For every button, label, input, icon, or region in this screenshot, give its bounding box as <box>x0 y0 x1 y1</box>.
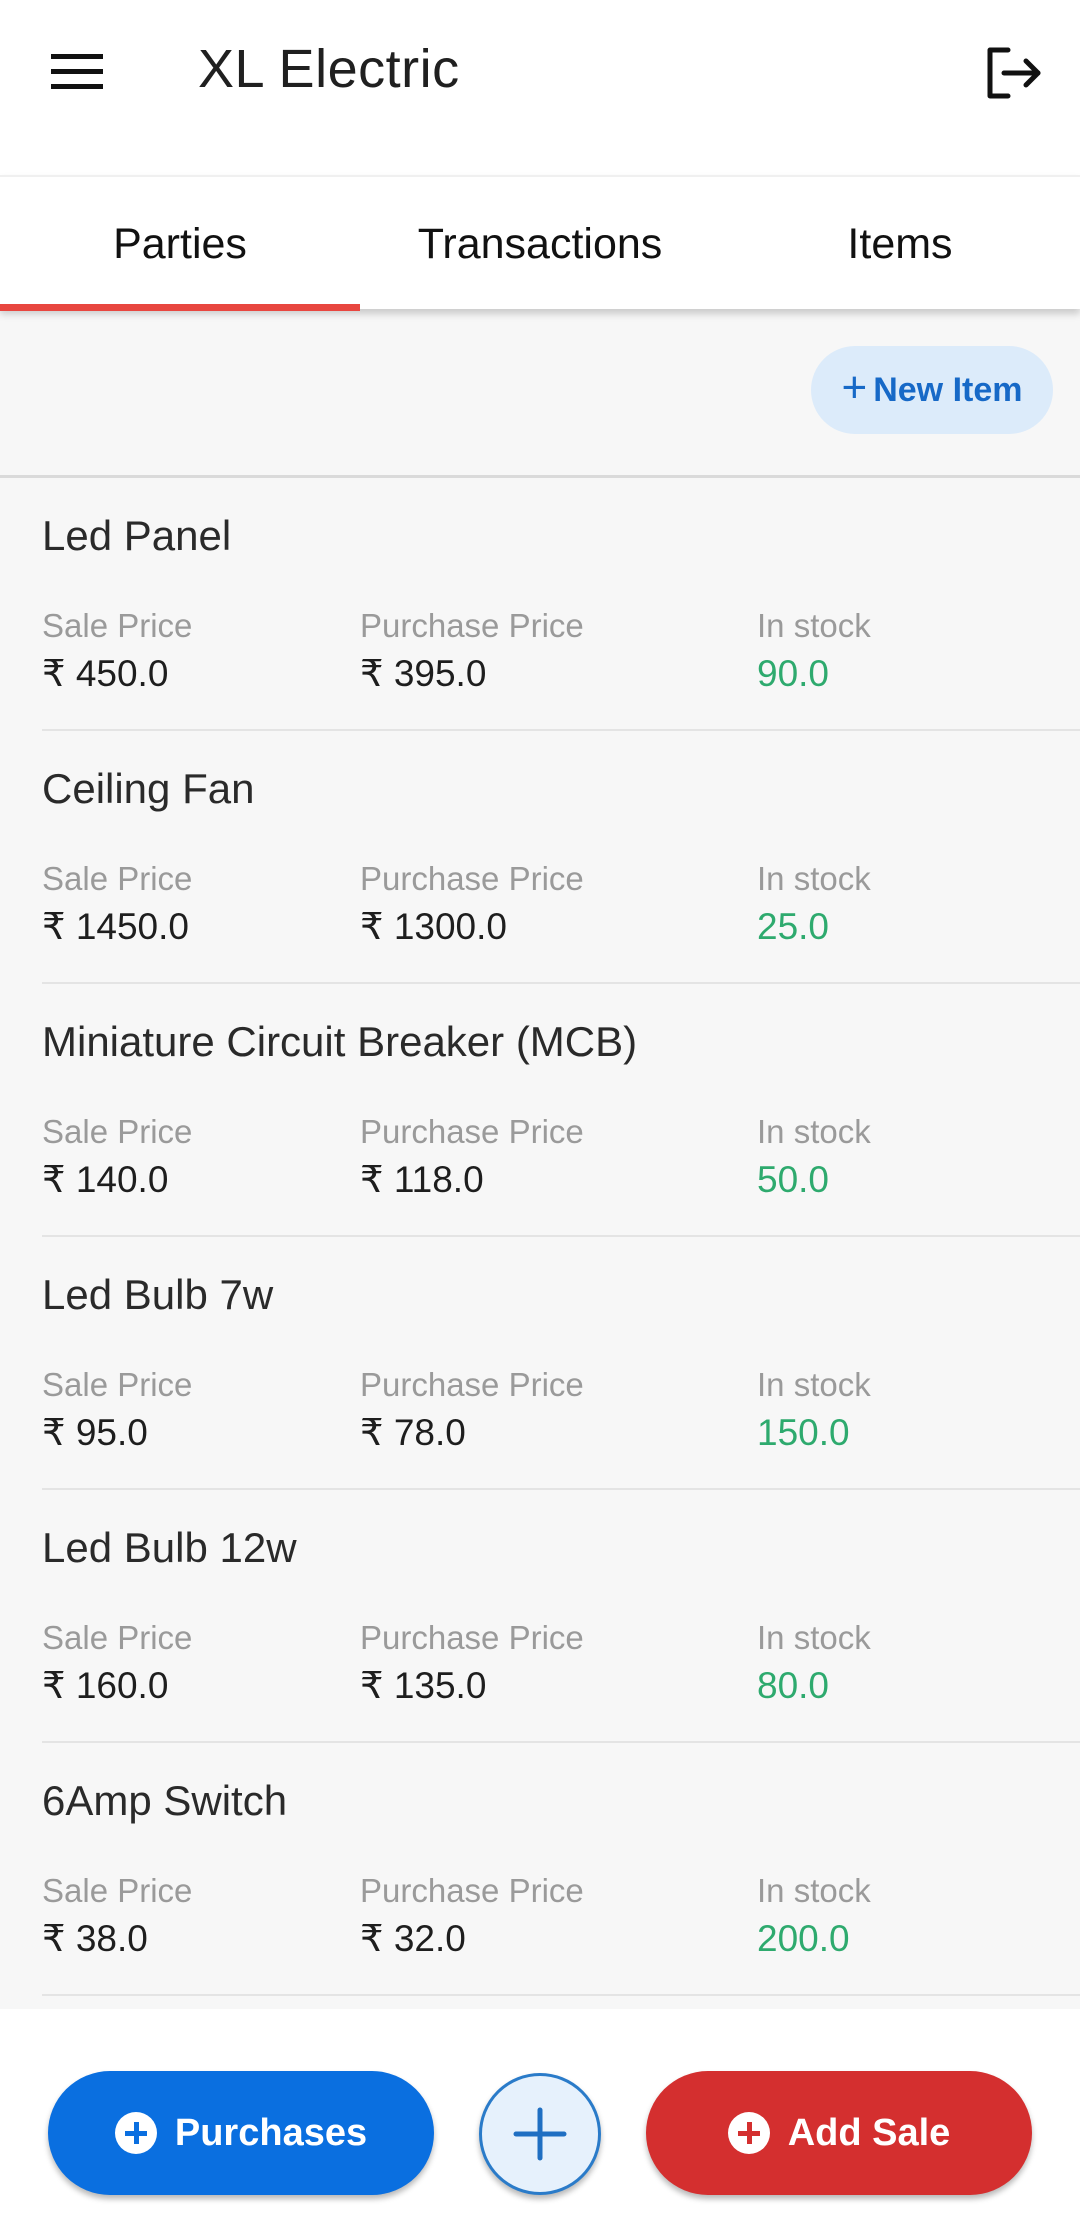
app-bar: XL Electric <box>0 0 1080 175</box>
in-stock-value: 80.0 <box>757 1665 830 1706</box>
menu-icon <box>51 54 103 89</box>
list-item[interactable]: Led Bulb 12w Sale Price ₹ 160.0 Purchase … <box>42 1490 1080 1743</box>
list-item[interactable]: Led Panel Sale Price ₹ 450.0 Purchase Pri… <box>42 478 1080 731</box>
purchase-price-label: Purchase Price <box>360 1366 584 1403</box>
purchase-price-label: Purchase Price <box>360 860 584 897</box>
tab-bar: Parties Transactions Items <box>0 175 1080 311</box>
purchase-price-label: Purchase Price <box>360 1872 584 1909</box>
sale-price-value: ₹ 450.0 <box>42 653 169 694</box>
sale-price-label: Sale Price <box>42 860 193 897</box>
list-toolbar: + New Item <box>0 309 1080 478</box>
purchase-price-label: Purchase Price <box>360 1619 584 1656</box>
tab-items[interactable]: Items <box>720 177 1080 311</box>
sale-price-value: ₹ 38.0 <box>42 1918 148 1959</box>
plus-icon <box>513 2107 567 2161</box>
add-circle-icon <box>727 2112 770 2154</box>
in-stock-value: 200.0 <box>757 1918 850 1959</box>
purchase-price-value: ₹ 32.0 <box>360 1918 466 1959</box>
in-stock-label: In stock <box>757 1366 871 1403</box>
purchases-button[interactable]: Purchases <box>48 2071 434 2195</box>
sale-price-label: Sale Price <box>42 607 193 644</box>
sale-price-label: Sale Price <box>42 1113 193 1150</box>
add-circle-icon <box>114 2112 157 2154</box>
purchase-price-label: Purchase Price <box>360 1113 584 1150</box>
in-stock-value: 50.0 <box>757 1159 830 1200</box>
purchase-price-value: ₹ 135.0 <box>360 1665 487 1706</box>
app-title: XL Electric <box>198 39 460 99</box>
sale-price-label: Sale Price <box>42 1872 193 1909</box>
new-item-button[interactable]: + New Item <box>811 346 1053 434</box>
sale-price-value: ₹ 95.0 <box>42 1412 148 1453</box>
list-item[interactable]: Ceiling Fan Sale Price ₹ 1450.0 Purchase … <box>42 731 1080 984</box>
sale-price-value: ₹ 1450.0 <box>42 906 189 947</box>
list-item[interactable]: Miniature Circuit Breaker (MCB) Sale Pri… <box>42 984 1080 1237</box>
in-stock-label: In stock <box>757 607 871 644</box>
quick-add-button[interactable] <box>479 2073 601 2195</box>
in-stock-label: In stock <box>757 1113 871 1150</box>
purchase-price-value: ₹ 395.0 <box>360 653 487 694</box>
new-item-label: New Item <box>873 370 1023 409</box>
in-stock-value: 150.0 <box>757 1412 850 1453</box>
list-item[interactable]: Led Bulb 7w Sale Price ₹ 95.0 Purchase Pr… <box>42 1237 1080 1490</box>
tab-parties[interactable]: Parties <box>0 177 360 311</box>
item-name: Led Panel <box>42 512 232 559</box>
item-name: Miniature Circuit Breaker (MCB) <box>42 1018 638 1065</box>
item-name: Led Bulb 12w <box>42 1524 297 1571</box>
purchase-price-value: ₹ 1300.0 <box>360 906 507 947</box>
sale-price-value: ₹ 160.0 <box>42 1665 169 1706</box>
item-name: Ceiling Fan <box>42 765 255 812</box>
in-stock-label: In stock <box>757 860 871 897</box>
purchase-price-value: ₹ 118.0 <box>360 1159 484 1200</box>
purchases-label: Purchases <box>174 2111 368 2154</box>
sale-price-label: Sale Price <box>42 1619 193 1656</box>
in-stock-value: 25.0 <box>757 906 830 947</box>
add-sale-label: Add Sale <box>787 2111 951 2154</box>
logout-button[interactable] <box>978 38 1048 108</box>
bottom-action-bar: Purchases Add Sale <box>0 2009 1080 2238</box>
logout-icon <box>987 47 1041 99</box>
sale-price-label: Sale Price <box>42 1366 193 1403</box>
add-sale-button[interactable]: Add Sale <box>646 2071 1032 2195</box>
items-list-area: + New Item Led Panel Sale Price ₹ 450.0 P… <box>0 309 1080 2009</box>
sale-price-value: ₹ 140.0 <box>42 1159 169 1200</box>
plus-icon: + <box>841 363 868 412</box>
in-stock-label: In stock <box>757 1872 871 1909</box>
menu-button[interactable] <box>42 42 112 102</box>
list-item[interactable]: 6Amp Switch Sale Price ₹ 38.0 Purchase Pr… <box>42 1743 1080 1996</box>
in-stock-label: In stock <box>757 1619 871 1656</box>
purchase-price-label: Purchase Price <box>360 607 584 644</box>
in-stock-value: 90.0 <box>757 653 830 694</box>
tab-transactions[interactable]: Transactions <box>360 177 720 311</box>
purchase-price-value: ₹ 78.0 <box>360 1412 466 1453</box>
item-name: 6Amp Switch <box>42 1777 288 1824</box>
item-name: Led Bulb 7w <box>42 1271 274 1318</box>
